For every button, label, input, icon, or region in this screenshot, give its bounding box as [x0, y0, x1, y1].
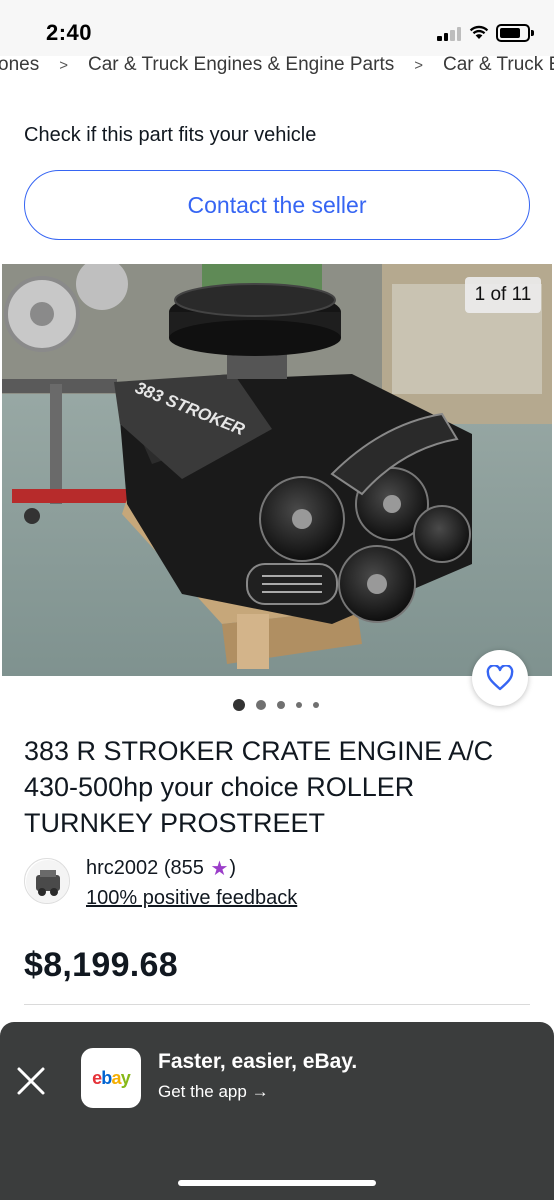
product-image[interactable]: 383 STROKER — [2, 264, 552, 676]
watchlist-button[interactable] — [472, 650, 528, 706]
seller-feedback-link[interactable]: 100% positive feedback — [86, 887, 297, 910]
pagination-dot[interactable] — [313, 702, 319, 708]
seller-score: (855 — [163, 857, 204, 879]
pagination-dot[interactable] — [296, 702, 302, 708]
seller-info[interactable]: hrc2002 (855 ★) — [86, 856, 236, 881]
breadcrumb-item[interactable]: Car & Truck Engines & Engine Parts — [82, 54, 400, 76]
logo-letter: b — [101, 1067, 112, 1088]
app-download-banner: ebay Faster, easier, eBay. Get the app → — [0, 1022, 554, 1200]
divider — [24, 1004, 530, 1005]
logo-letter: y — [120, 1067, 131, 1088]
arrow-right-icon: → — [251, 1082, 269, 1101]
breadcrumb-item[interactable]: Car & Truck Engi — [437, 54, 554, 76]
logo-letter: a — [111, 1067, 121, 1088]
pagination-dot[interactable] — [277, 701, 285, 709]
fitment-prompt[interactable]: Check if this part fits your vehicle — [24, 124, 316, 147]
get-app-link[interactable]: Get the app → — [158, 1082, 269, 1102]
heart-icon — [486, 665, 514, 691]
home-indicator — [178, 1180, 376, 1186]
signal-icon — [437, 25, 463, 41]
listing-title: 383 R STROKER CRATE ENGINE A/C 430-500hp… — [24, 736, 494, 838]
battery-icon — [496, 24, 534, 42]
seller-score-close: ) — [229, 857, 237, 879]
pagination-dot[interactable] — [256, 700, 266, 710]
listing-price: $8,199.68 — [24, 946, 178, 984]
close-icon[interactable] — [14, 1064, 48, 1098]
ebay-logo: ebay — [81, 1048, 141, 1108]
wifi-icon — [468, 22, 490, 45]
image-pagination — [0, 699, 554, 711]
breadcrumb-item[interactable]: ones — [0, 54, 45, 76]
image-counter: 1 of 11 — [465, 277, 541, 313]
seller-avatar[interactable] — [24, 858, 70, 904]
get-app-label: Get the app — [158, 1082, 247, 1101]
chevron-right-icon: > — [59, 56, 68, 74]
status-time: 2:40 — [46, 20, 93, 45]
chevron-right-icon: > — [414, 56, 423, 74]
banner-title: Faster, easier, eBay. — [158, 1050, 358, 1073]
seller-name[interactable]: hrc2002 — [86, 857, 158, 880]
star-icon: ★ — [210, 858, 229, 880]
pagination-dot[interactable] — [233, 699, 245, 711]
logo-letter: e — [92, 1067, 102, 1088]
breadcrumb: ones > Car & Truck Engines & Engine Part… — [0, 46, 554, 76]
contact-seller-button[interactable]: Contact the seller — [24, 170, 530, 240]
